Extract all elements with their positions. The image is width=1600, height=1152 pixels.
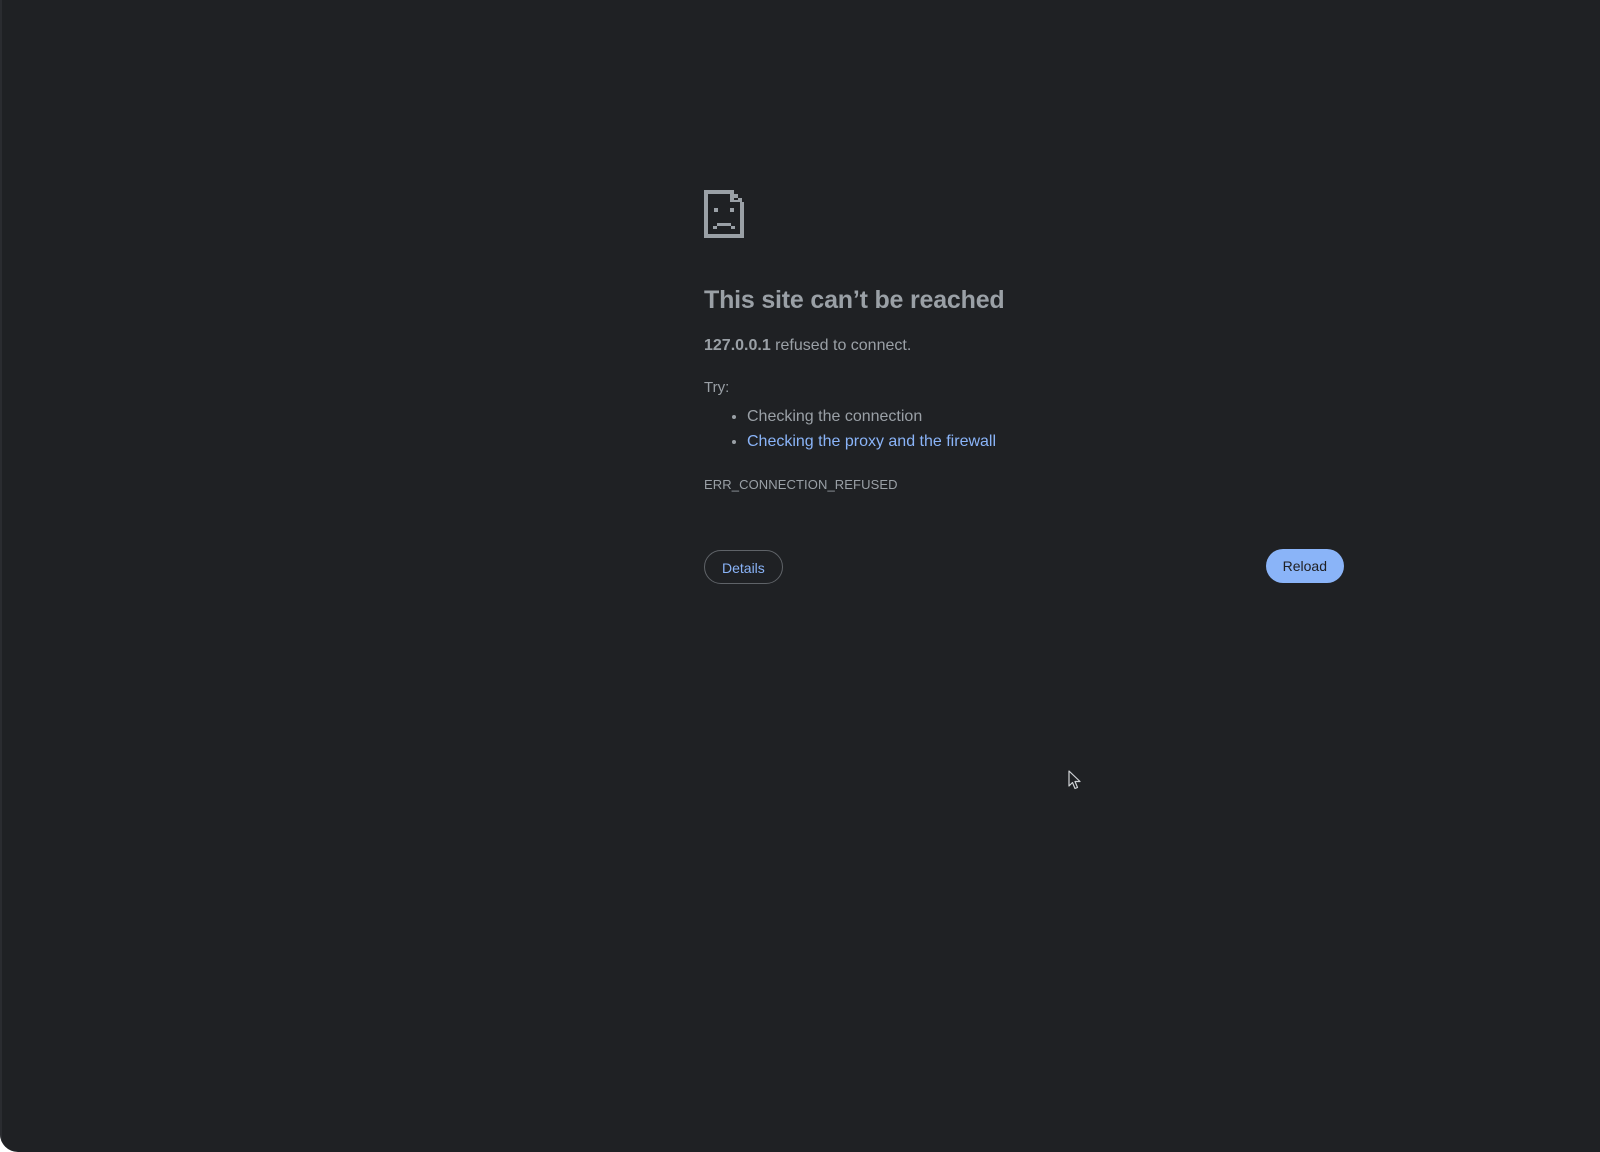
error-summary: 127.0.0.1 refused to connect. bbox=[704, 337, 1344, 355]
suggestion-check-connection: Checking the connection bbox=[747, 404, 1344, 429]
host-address: 127.0.0.1 bbox=[704, 337, 771, 354]
button-row: Details Reload bbox=[704, 549, 1344, 590]
proxy-firewall-link[interactable]: Checking the proxy and the firewall bbox=[747, 433, 996, 450]
error-page: This site can’t be reached 127.0.0.1 ref… bbox=[704, 190, 1344, 590]
error-summary-text: refused to connect. bbox=[770, 337, 912, 354]
details-button[interactable]: Details bbox=[704, 550, 783, 584]
suggestions-list: Checking the connection Checking the pro… bbox=[704, 404, 1344, 454]
browser-content-area: This site can’t be reached 127.0.0.1 ref… bbox=[0, 0, 1600, 1152]
reload-button[interactable]: Reload bbox=[1265, 549, 1344, 583]
mouse-pointer-icon bbox=[1068, 770, 1081, 790]
page-title: This site can’t be reached bbox=[704, 286, 1005, 314]
error-code: ERR_CONNECTION_REFUSED bbox=[704, 477, 898, 492]
try-label: Try: bbox=[704, 379, 730, 396]
sad-page-icon bbox=[704, 190, 744, 238]
suggestion-label: Checking the connection bbox=[747, 408, 923, 425]
suggestion-check-proxy-firewall[interactable]: Checking the proxy and the firewall bbox=[747, 429, 1344, 454]
